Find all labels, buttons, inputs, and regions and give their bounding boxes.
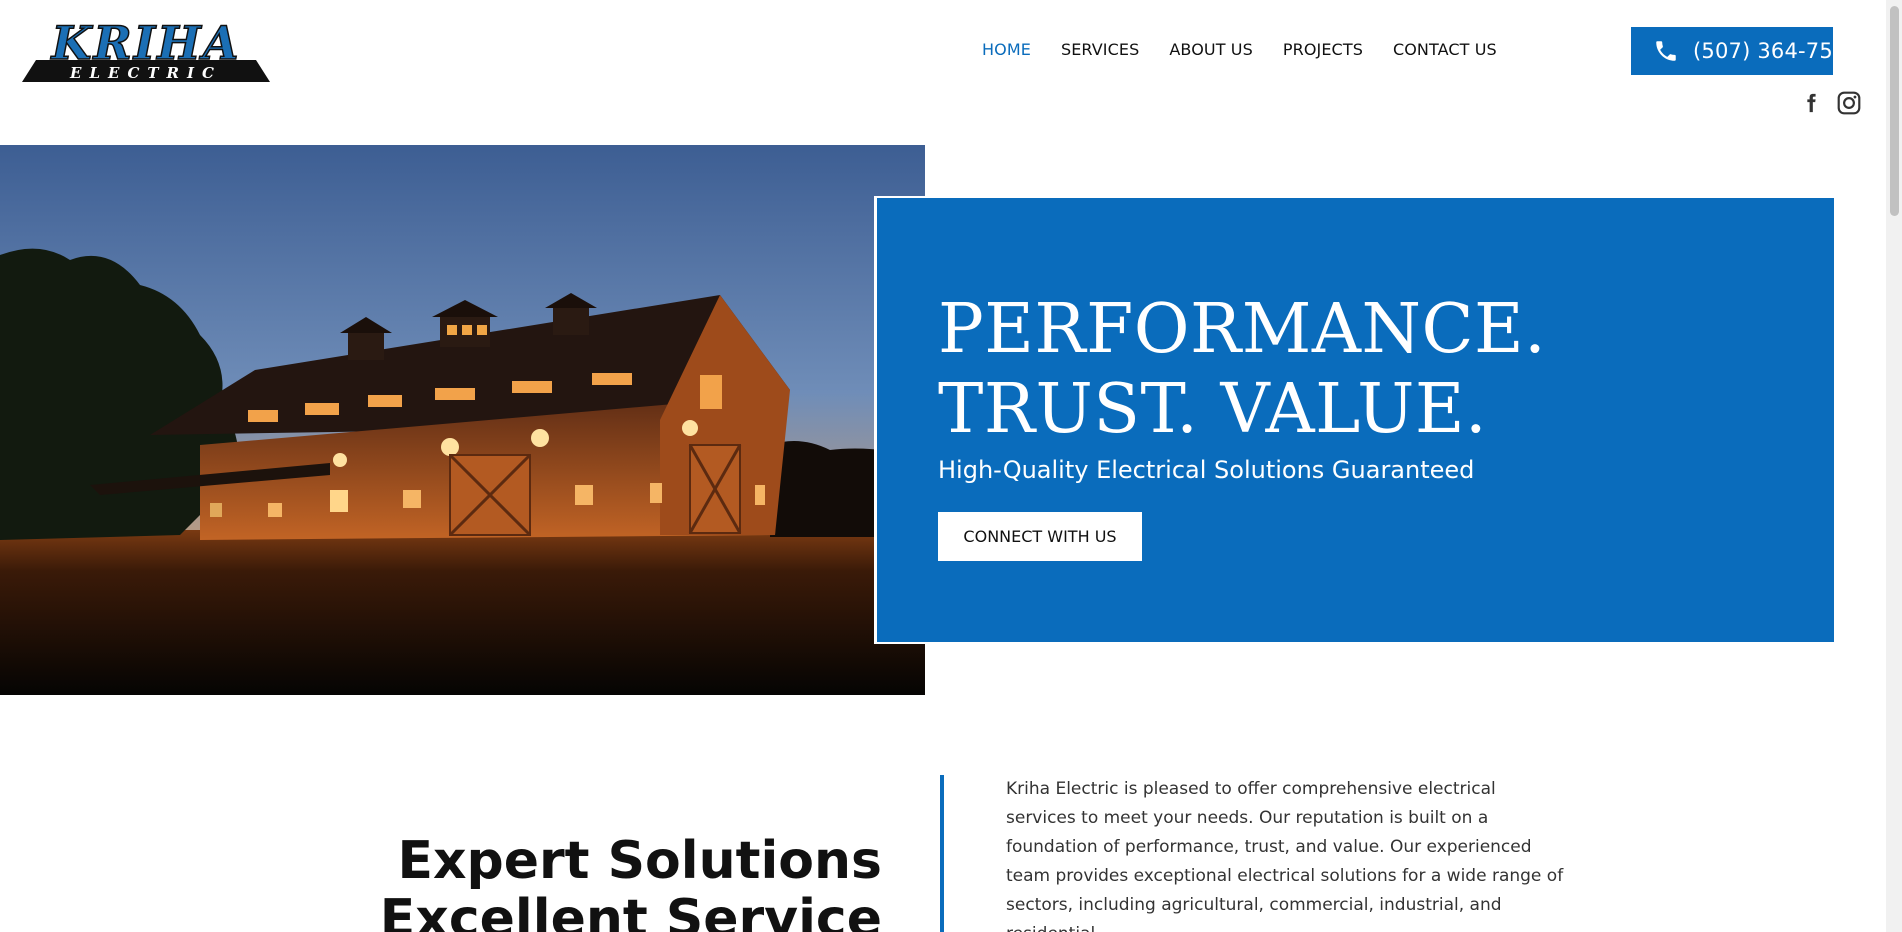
phone-button[interactable]: (507) 364-7520	[1631, 27, 1860, 75]
nav-home[interactable]: HOME	[982, 40, 1031, 59]
facebook-icon[interactable]	[1800, 90, 1822, 116]
page-scrollbar[interactable]	[1886, 0, 1902, 932]
nav-projects[interactable]: PROJECTS	[1283, 40, 1363, 59]
hero-title-line2: TRUST. VALUE.	[938, 370, 1488, 449]
section-heading-line1: Expert Solutions	[397, 831, 882, 891]
instagram-icon[interactable]	[1836, 90, 1862, 116]
nav-contact-us[interactable]: CONTACT US	[1393, 40, 1497, 59]
hero-image	[0, 145, 925, 695]
nav-about-us[interactable]: ABOUT US	[1169, 40, 1252, 59]
logo[interactable]: KRIHA ELECTRIC	[22, 15, 270, 86]
phone-icon	[1656, 41, 1676, 61]
hero-panel: PERFORMANCE. TRUST. VALUE. High-Quality …	[875, 196, 1836, 644]
section-accent-bar	[940, 775, 944, 932]
scrollbar-thumb[interactable]	[1890, 6, 1899, 216]
kriha-electric-logo: KRIHA ELECTRIC	[22, 15, 270, 82]
section-heading: Expert Solutions Excellent Service	[380, 832, 882, 932]
main-nav: HOME SERVICES ABOUT US PROJECTS CONTACT …	[982, 40, 1527, 59]
section-heading-line2: Excellent Service	[379, 889, 882, 932]
section-body-text: Kriha Electric is pleased to offer compr…	[1006, 779, 1564, 932]
hero-subtitle: High-Quality Electrical Solutions Guaran…	[938, 456, 1475, 484]
social-links	[1800, 90, 1862, 116]
connect-with-us-button[interactable]: CONNECT WITH US	[938, 512, 1142, 561]
hero-title: PERFORMANCE. TRUST. VALUE.	[938, 290, 1546, 450]
phone-number: (507) 364-7520	[1693, 39, 1861, 63]
logo-wordmark: KRIHA	[50, 16, 241, 70]
hero-title-line1: PERFORMANCE.	[938, 290, 1547, 369]
logo-subtitle: ELECTRIC	[69, 64, 222, 82]
nav-services[interactable]: SERVICES	[1061, 40, 1139, 59]
